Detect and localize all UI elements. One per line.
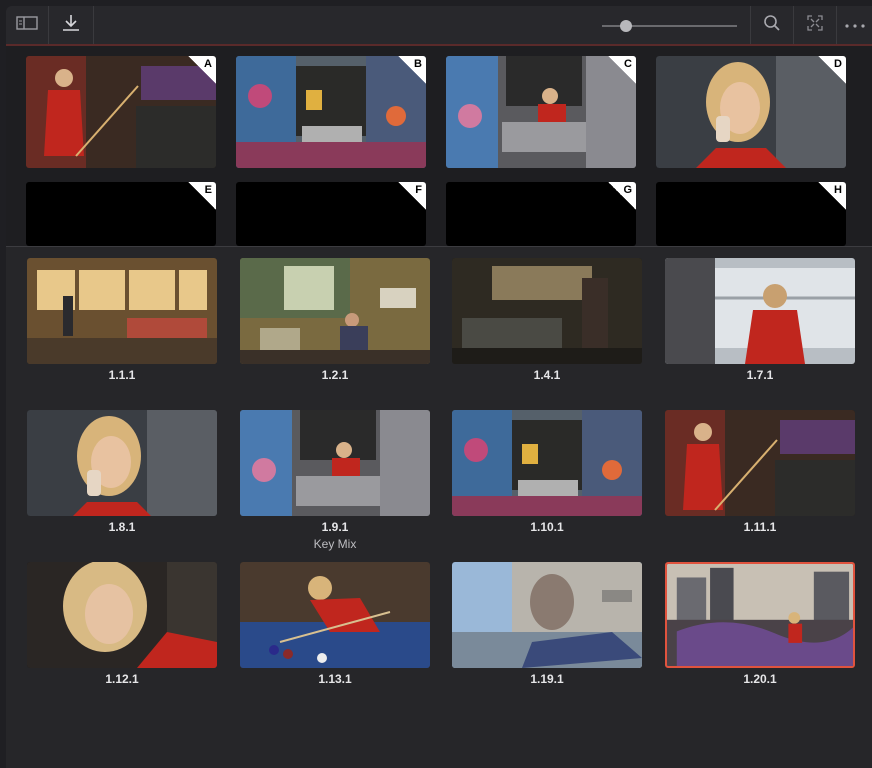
clip-number: 1.9.1: [321, 520, 349, 534]
clip-1-12-1[interactable]: 1.12.1: [27, 562, 217, 686]
search-button[interactable]: [750, 6, 793, 44]
clip-thumbnail[interactable]: [27, 258, 217, 364]
still-c[interactable]: C: [446, 56, 636, 168]
clip-image: [667, 564, 853, 666]
clip-thumbnail[interactable]: [665, 258, 855, 364]
still-label-text: H: [834, 184, 842, 196]
sidebar-icon: [16, 15, 38, 35]
still-label-badge: F: [398, 182, 426, 210]
clip-thumbnail[interactable]: [240, 410, 430, 516]
clip-image: [27, 562, 217, 668]
still-h[interactable]: H: [656, 182, 846, 246]
sidebar-toggle-button[interactable]: [6, 6, 49, 44]
clip-number: 1.11.1: [743, 520, 777, 534]
clip-image: [27, 410, 217, 516]
fullscreen-button[interactable]: [793, 6, 836, 44]
clip-1-20-1[interactable]: 1.20.1: [665, 562, 855, 686]
still-label-badge: E: [188, 182, 216, 210]
still-b[interactable]: B: [236, 56, 426, 168]
zoom-slider[interactable]: [602, 20, 737, 32]
clip-thumbnail[interactable]: [452, 258, 642, 364]
clip-1-2-1[interactable]: 1.2.1: [240, 258, 430, 382]
clip-image: [665, 410, 855, 516]
clip-number: 1.7.1: [746, 368, 774, 382]
still-label-text: B: [414, 58, 422, 70]
stills-gallery: A B C D E F G H: [6, 46, 872, 247]
more-options-button[interactable]: [836, 6, 872, 44]
download-icon: [61, 13, 81, 38]
clip-thumbnail[interactable]: [452, 562, 642, 668]
still-a[interactable]: A: [26, 56, 216, 168]
clip-1-11-1[interactable]: 1.11.1: [665, 410, 855, 534]
still-label-badge: B: [398, 56, 426, 84]
still-f[interactable]: F: [236, 182, 426, 246]
fullscreen-icon: [807, 14, 823, 36]
clip-number: 1.10.1: [530, 520, 564, 534]
clip-image: [452, 562, 642, 668]
clip-thumbnail[interactable]: [27, 562, 217, 668]
clip-thumbnail[interactable]: [240, 562, 430, 668]
clip-1-7-1[interactable]: 1.7.1: [665, 258, 855, 382]
clip-1-10-1[interactable]: 1.10.1: [452, 410, 642, 534]
clip-thumbnail[interactable]: [665, 410, 855, 516]
clip-1-1-1[interactable]: 1.1.1: [27, 258, 217, 382]
clip-number: 1.4.1: [533, 368, 561, 382]
clip-number: 1.13.1: [318, 672, 352, 686]
still-label-text: F: [415, 184, 422, 196]
clip-image: [452, 410, 642, 516]
ellipsis-icon: [844, 16, 866, 34]
import-button[interactable]: [49, 6, 94, 44]
clip-1-19-1[interactable]: 1.19.1: [452, 562, 642, 686]
clip-thumbnail[interactable]: [240, 258, 430, 364]
still-d[interactable]: D: [656, 56, 846, 168]
still-label-text: D: [834, 58, 842, 70]
clip-image: [27, 258, 217, 364]
toolbar: [6, 6, 872, 46]
clip-image: [240, 258, 430, 364]
still-label-badge: G: [608, 182, 636, 210]
still-e[interactable]: E: [26, 182, 216, 246]
clip-thumbnail[interactable]: [452, 410, 642, 516]
zoom-slider-handle[interactable]: [620, 20, 633, 32]
clip-thumbnail[interactable]: [665, 562, 855, 668]
clip-image: [665, 258, 855, 364]
clip-label: Key Mix: [313, 537, 357, 551]
still-label-badge: D: [818, 56, 846, 84]
clip-number: 1.8.1: [108, 520, 136, 534]
still-label-badge: C: [608, 56, 636, 84]
clip-image: [240, 562, 430, 668]
clip-number: 1.19.1: [530, 672, 564, 686]
clip-number: 1.12.1: [105, 672, 139, 686]
still-label-text: A: [204, 58, 212, 70]
clip-number: 1.2.1: [321, 368, 349, 382]
still-label-badge: A: [188, 56, 216, 84]
clip-number: 1.20.1: [743, 672, 777, 686]
still-label-text: C: [624, 58, 632, 70]
clip-1-4-1[interactable]: 1.4.1: [452, 258, 642, 382]
clip-1-8-1[interactable]: 1.8.1: [27, 410, 217, 534]
clip-image: [240, 410, 430, 516]
clip-number: 1.1.1: [108, 368, 136, 382]
clip-image: [452, 258, 642, 364]
clips-grid: 1.1.1 1.2.1 1.4.1 1.7.1 1.8.1 1.9.1 Key Mix 1.1…: [6, 248, 872, 768]
clip-1-13-1[interactable]: 1.13.1: [240, 562, 430, 686]
gallery-window: A B C D E F G H 1.1.1 1.2.1 1.4.1 1.7.1 1.8.1 1.9.1 K…: [6, 6, 872, 768]
still-label-text: G: [623, 184, 632, 196]
still-g[interactable]: G: [446, 182, 636, 246]
still-label-badge: H: [818, 182, 846, 210]
clip-thumbnail[interactable]: [27, 410, 217, 516]
clip-1-9-1[interactable]: 1.9.1 Key Mix: [240, 410, 430, 551]
search-icon: [763, 14, 781, 37]
still-label-text: E: [204, 184, 212, 196]
